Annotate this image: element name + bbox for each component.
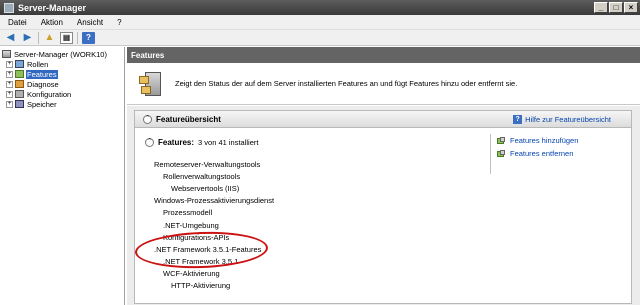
diagnostics-icon [15, 80, 24, 88]
feature-item: .NET Framework 3.5.1 [163, 257, 239, 267]
content-area: ˆ Featureübersicht ? Hilfe zur Featureüb… [127, 106, 640, 305]
expand-icon[interactable]: + [6, 80, 13, 88]
menu-bar: Datei Aktion Ansicht ? [0, 15, 640, 30]
description-banner: Zeigt den Status der auf dem Server inst… [127, 63, 640, 105]
tree-item-konfiguration[interactable]: + Konfiguration [0, 89, 124, 99]
installed-features-list: Remoteserver-Verwaltungstools Rollenverw… [154, 158, 274, 292]
expand-icon[interactable]: + [6, 60, 13, 68]
summary-label: Features: [158, 138, 195, 147]
roles-icon [15, 60, 24, 68]
feature-item: Webservertools (IIS) [171, 183, 240, 193]
tree-item-label: Rollen [27, 59, 49, 69]
expand-icon[interactable]: + [6, 70, 13, 78]
title-bar: Server-Manager _ □ × [0, 0, 640, 15]
feature-item: Prozessmodell [163, 208, 213, 218]
remove-features-action[interactable]: Features entfernen [497, 147, 630, 160]
panel-header: ˆ Featureübersicht ? Hilfe zur Featureüb… [135, 111, 631, 128]
features-summary: ˆ Features: 3 von 41 installiert [145, 138, 258, 147]
toolbar-separator [77, 31, 78, 44]
configuration-icon [15, 90, 24, 98]
remove-features-icon [497, 149, 506, 158]
window-title: Server-Manager [18, 2, 87, 13]
help-link[interactable]: ? Hilfe zur Featureübersicht [513, 114, 611, 124]
server-manager-app-icon [4, 2, 14, 13]
help-icon: ? [513, 114, 523, 124]
folder-up-icon[interactable]: ▲ [43, 32, 56, 44]
feature-item: Rollenverwaltungstools [163, 171, 241, 181]
tree-item-features[interactable]: + Features [0, 69, 124, 79]
tree-item-label: Features [26, 69, 58, 79]
forward-icon[interactable]: ▶ [21, 32, 34, 44]
feature-item: WCF-Aktivierung [163, 269, 220, 279]
expand-icon[interactable]: + [6, 100, 13, 108]
menu-aktion[interactable]: Aktion [33, 18, 69, 27]
menu-datei[interactable]: Datei [0, 18, 33, 27]
feature-item: Konfigurations-APIs [163, 232, 230, 242]
collapse-icon[interactable]: ˆ [143, 114, 152, 124]
maximize-button[interactable]: □ [609, 2, 623, 13]
menu-ansicht[interactable]: Ansicht [69, 18, 109, 27]
window-controls: _ □ × [594, 2, 638, 13]
pane-header: Features [127, 47, 640, 63]
summary-value: 3 von 41 installiert [198, 138, 259, 147]
back-icon[interactable]: ◀ [4, 32, 17, 44]
add-features-action[interactable]: Features hinzufügen [497, 134, 630, 147]
features-icon [15, 70, 24, 78]
tree-root-label: Server-Manager (WORK10) [14, 49, 107, 59]
tree-item-rollen[interactable]: + Rollen [0, 59, 124, 69]
help-link-text[interactable]: Hilfe zur Featureübersicht [525, 115, 611, 124]
minimize-button[interactable]: _ [594, 2, 608, 13]
close-button[interactable]: × [624, 2, 638, 13]
feature-item: Windows-Prozessaktivierungsdienst [154, 196, 275, 206]
help-icon[interactable]: ? [82, 31, 95, 44]
feature-item: .NET-Umgebung [163, 220, 219, 230]
properties-icon[interactable]: ▦ [60, 31, 73, 44]
banner-description: Zeigt den Status der auf dem Server inst… [175, 79, 518, 88]
toolbar-separator [38, 31, 39, 44]
tree-item-label: Diagnose [27, 79, 59, 89]
tree-item-label: Konfiguration [27, 89, 72, 99]
navigation-tree: Server-Manager (WORK10) + Rollen + Featu… [0, 47, 125, 305]
collapse-icon[interactable]: ˆ [145, 138, 154, 147]
server-icon [2, 50, 11, 58]
feature-item: .NET Framework 3.5.1-Features [154, 244, 262, 254]
tree-item-speicher[interactable]: + Speicher [0, 99, 124, 109]
add-features-icon [497, 136, 506, 145]
toolbar: ◀ ▶ ▲ ▦ ? [0, 30, 640, 46]
add-features-link[interactable]: Features hinzufügen [510, 136, 578, 145]
actions-panel: Features hinzufügen Features entfernen [490, 134, 630, 174]
panel-title: Featureübersicht [156, 114, 221, 124]
tree-item-diagnose[interactable]: + Diagnose [0, 79, 124, 89]
feature-item: Remoteserver-Verwaltungstools [154, 159, 261, 169]
feature-summary-panel: ˆ Featureübersicht ? Hilfe zur Featureüb… [134, 110, 632, 304]
storage-icon [15, 100, 24, 108]
features-server-icon [139, 70, 165, 98]
expand-icon[interactable]: + [6, 90, 13, 98]
tree-item-label: Speicher [27, 99, 57, 109]
remove-features-link[interactable]: Features entfernen [510, 149, 573, 158]
feature-item: HTTP-Aktivierung [171, 281, 231, 291]
tree-root[interactable]: Server-Manager (WORK10) [0, 49, 124, 59]
menu-help[interactable]: ? [109, 18, 127, 27]
